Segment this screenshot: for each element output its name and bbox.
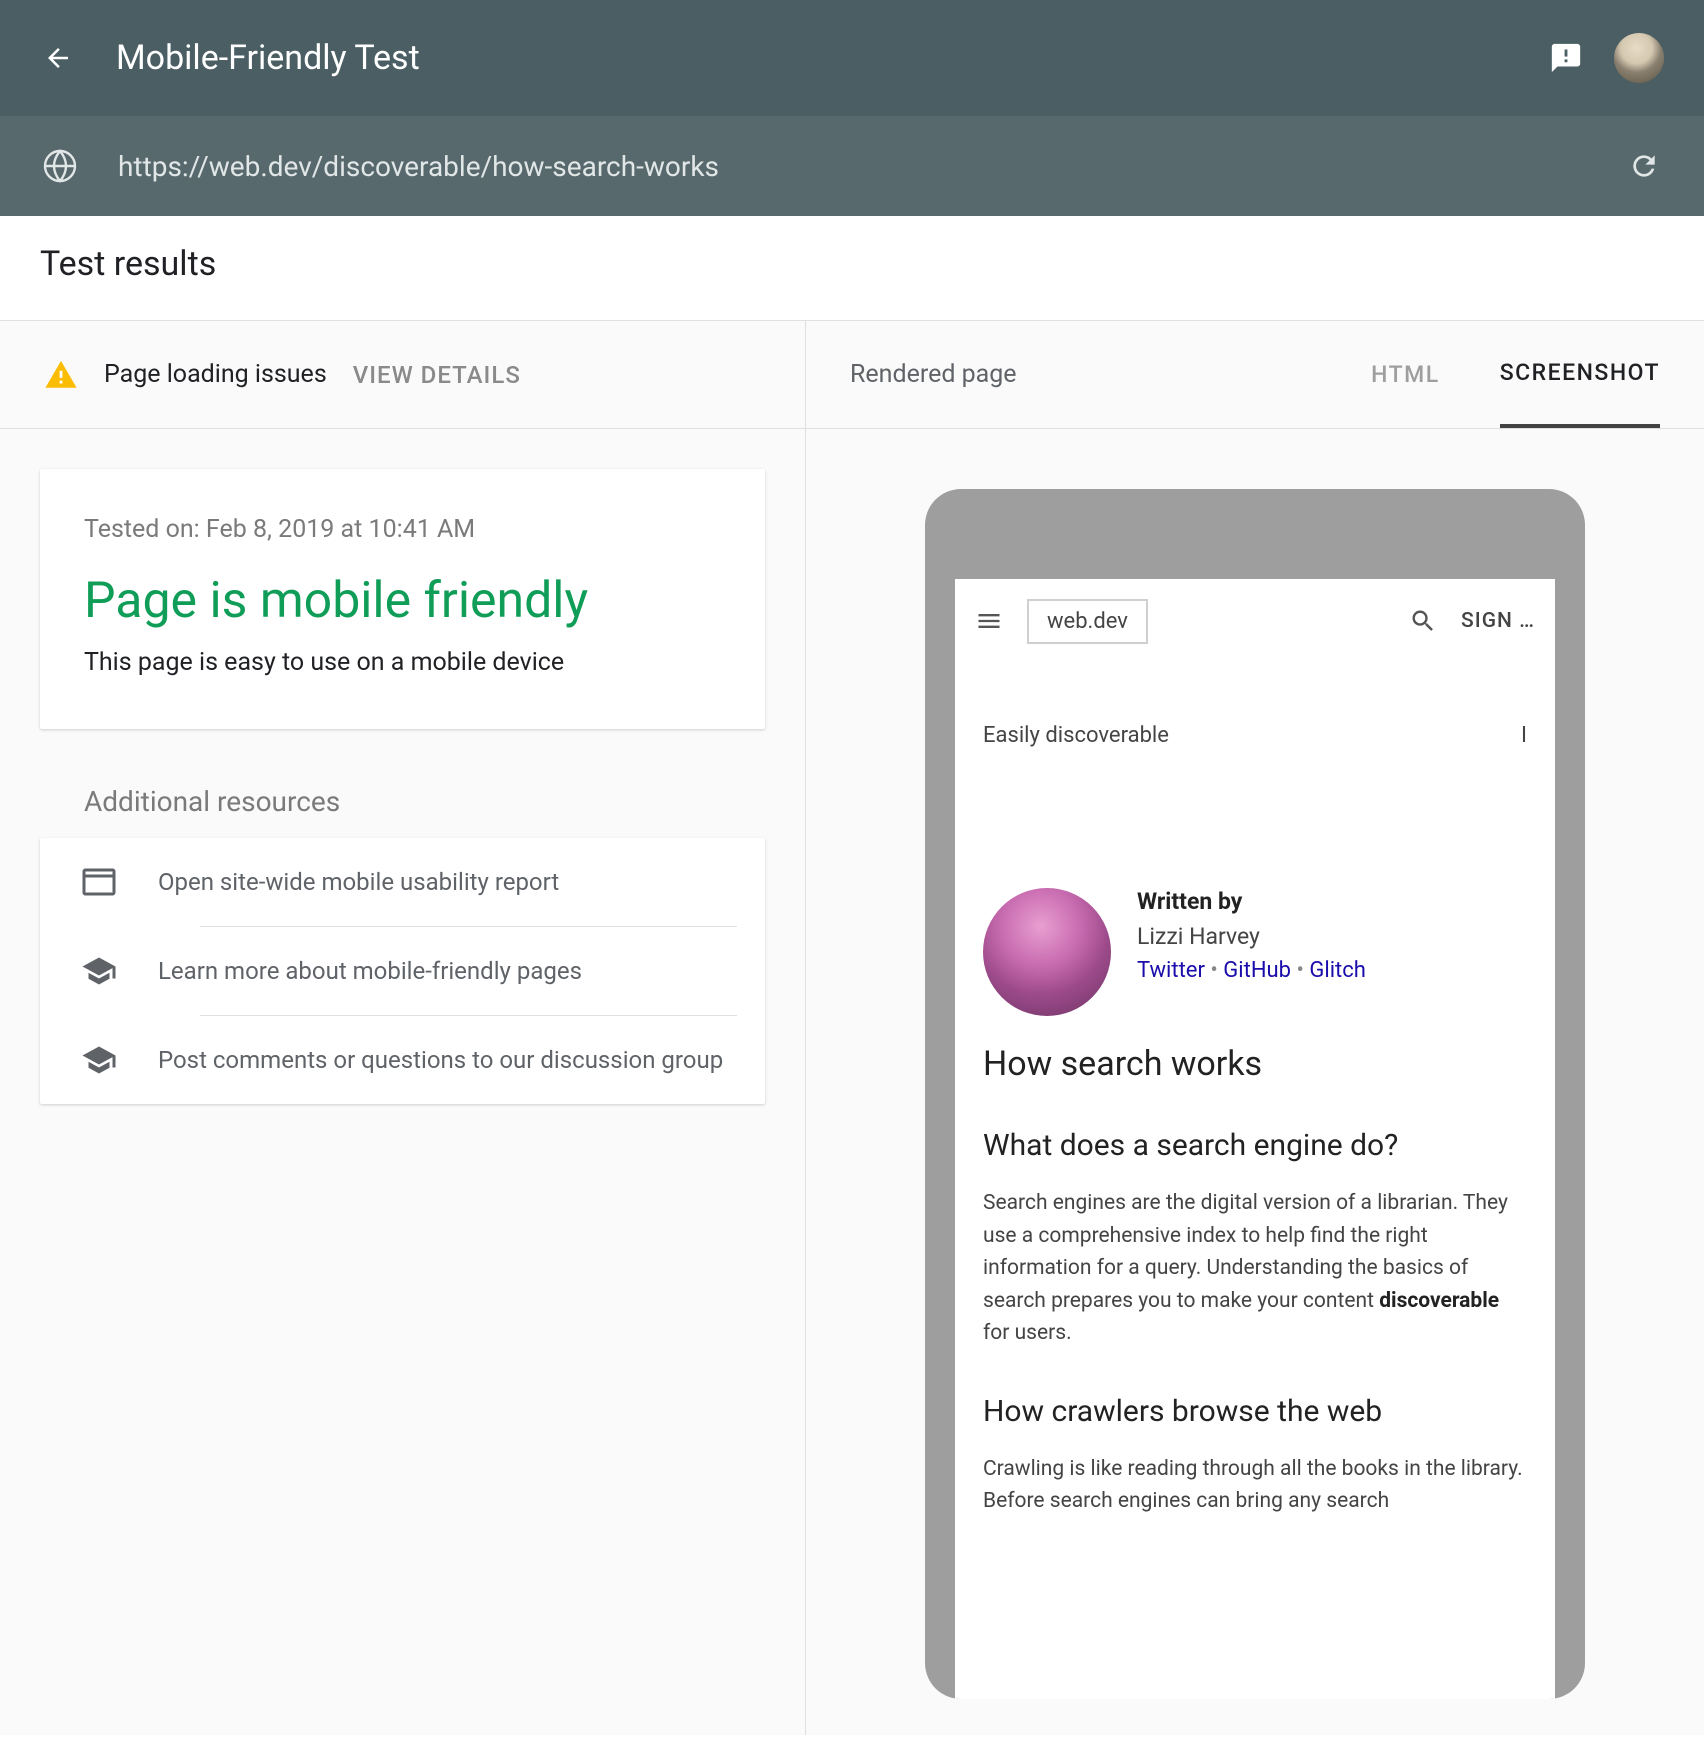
resource-label: Learn more about mobile-friendly pages [158, 957, 765, 985]
feedback-button[interactable] [1546, 38, 1586, 78]
preview-header: Rendered page HTML SCREENSHOT [806, 321, 1704, 429]
school-icon [81, 953, 117, 989]
link-glitch: Glitch [1309, 958, 1366, 983]
resource-learn-more[interactable]: Learn more about mobile-friendly pages [40, 927, 765, 1015]
view-details-button[interactable]: VIEW DETAILS [353, 361, 521, 389]
app-title: Mobile-Friendly Test [116, 38, 1546, 78]
search-icon [1409, 607, 1437, 635]
resources-heading: Additional resources [84, 785, 721, 818]
preview-breadcrumb: Easily discoverable I [955, 663, 1555, 748]
tab-html[interactable]: HTML [1371, 323, 1440, 426]
webpage-icon [81, 864, 117, 900]
verdict-card: Tested on: Feb 8, 2019 at 10:41 AM Page … [40, 469, 765, 729]
tested-on-label: Tested on: Feb 8, 2019 at 10:41 AM [84, 515, 721, 544]
preview-h2-b: How crawlers browse the web [955, 1350, 1555, 1429]
results-panel: Page loading issues VIEW DETAILS Tested … [0, 321, 806, 1735]
loading-issues-bar: Page loading issues VIEW DETAILS [0, 321, 805, 429]
preview-panel: Rendered page HTML SCREENSHOT web.dev SI… [806, 321, 1704, 1735]
resource-label: Open site-wide mobile usability report [158, 868, 765, 896]
verdict-title: Page is mobile friendly [84, 572, 721, 630]
preview-h1: How search works [955, 1016, 1555, 1084]
back-button[interactable] [40, 40, 76, 76]
verdict-subtitle: This page is easy to use on a mobile dev… [84, 648, 721, 677]
preview-site-header: web.dev SIGN … [955, 579, 1555, 663]
refresh-icon [1628, 150, 1660, 182]
author-links: Twitter • GitHub • Glitch [1137, 958, 1366, 983]
user-avatar[interactable] [1614, 33, 1664, 83]
author-avatar [983, 888, 1111, 1016]
menu-icon [975, 607, 1003, 635]
feedback-icon [1549, 41, 1583, 75]
resource-discussion[interactable]: Post comments or questions to our discus… [40, 1016, 765, 1104]
warning-icon [44, 358, 78, 392]
sign-in-label: SIGN … [1461, 609, 1535, 633]
resource-usability-report[interactable]: Open site-wide mobile usability report [40, 838, 765, 926]
preview-paragraph-1: Search engines are the digital version o… [955, 1163, 1555, 1350]
phone-screen: web.dev SIGN … Easily discoverable I Wri… [955, 579, 1555, 1699]
school-icon [81, 1042, 117, 1078]
resource-label: Post comments or questions to our discus… [158, 1046, 765, 1074]
link-github: GitHub [1223, 958, 1291, 983]
breadcrumb-text: Easily discoverable [983, 723, 1169, 748]
preview-h2-a: What does a search engine do? [955, 1084, 1555, 1163]
preview-paragraph-2: Crawling is like reading through all the… [955, 1429, 1555, 1518]
preview-author-block: Written by Lizzi Harvey Twitter • GitHub… [955, 748, 1555, 1016]
app-header: Mobile-Friendly Test [0, 0, 1704, 116]
url-input[interactable]: https://web.dev/discoverable/how-search-… [118, 150, 1624, 183]
refresh-button[interactable] [1624, 146, 1664, 186]
url-bar: https://web.dev/discoverable/how-search-… [0, 116, 1704, 216]
link-twitter: Twitter [1137, 958, 1205, 983]
results-heading: Test results [0, 216, 1704, 321]
arrow-left-icon [43, 43, 73, 73]
breadcrumb-indicator: I [1521, 723, 1527, 748]
author-name: Lizzi Harvey [1137, 923, 1366, 950]
written-by-label: Written by [1137, 888, 1366, 915]
tab-screenshot[interactable]: SCREENSHOT [1500, 321, 1660, 428]
phone-frame: web.dev SIGN … Easily discoverable I Wri… [925, 489, 1585, 1699]
rendered-page-label: Rendered page [850, 360, 1311, 389]
globe-icon [40, 146, 80, 186]
resources-card: Open site-wide mobile usability report L… [40, 838, 765, 1104]
loading-issues-label: Page loading issues [104, 360, 327, 389]
site-chip: web.dev [1027, 599, 1148, 644]
